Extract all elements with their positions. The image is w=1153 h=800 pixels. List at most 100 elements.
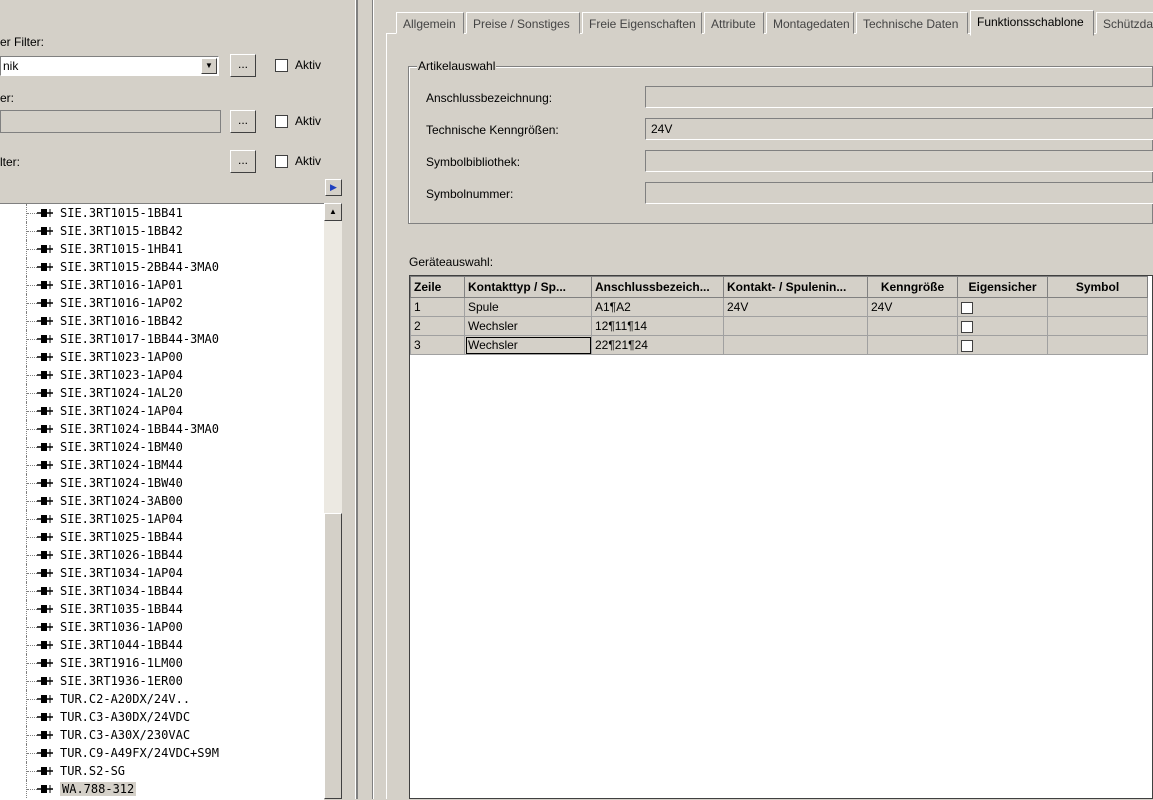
tree-item[interactable]: TUR.S2-SG bbox=[0, 762, 324, 780]
tab-1[interactable]: Allgemein bbox=[396, 12, 464, 34]
tree-item[interactable]: SIE.3RT1034-1AP04 bbox=[0, 564, 324, 582]
tree-scrollbar[interactable]: ▲ bbox=[324, 203, 342, 799]
symbolnummer-label: Symbolnummer: bbox=[426, 187, 514, 201]
tree-item-label: WA.788-312 bbox=[60, 782, 137, 796]
eigensicher-checkbox[interactable] bbox=[961, 320, 973, 333]
contactor-icon bbox=[37, 587, 53, 595]
filter1-combo[interactable]: nik ▼ bbox=[0, 56, 219, 76]
tree-item[interactable]: SIE.3RT1016-1AP02 bbox=[0, 294, 324, 312]
cell-symbol[interactable] bbox=[1047, 335, 1148, 355]
tree-item[interactable]: SIE.3RT1036-1AP00 bbox=[0, 618, 324, 636]
tree-item[interactable]: SIE.3RT1017-1BB44-3MA0 bbox=[0, 330, 324, 348]
tab-4[interactable]: Attribute bbox=[704, 12, 764, 34]
column-header[interactable]: Eigensicher bbox=[957, 276, 1048, 298]
filter2-browse-button[interactable]: ... bbox=[230, 110, 256, 133]
cell-kenn[interactable]: 24V bbox=[867, 297, 958, 317]
table-row[interactable]: 2 Wechsler 12¶11¶14 bbox=[410, 316, 1148, 336]
cell-kontakt[interactable] bbox=[723, 335, 868, 355]
anschluss-field[interactable] bbox=[645, 86, 1153, 108]
table-row[interactable]: 3 Wechsler 22¶21¶24 bbox=[410, 335, 1148, 355]
filter1-browse-button[interactable]: ... bbox=[230, 54, 256, 77]
tab-6[interactable]: Technische Daten bbox=[856, 12, 968, 34]
tree-item[interactable]: SIE.3RT1024-1BM44 bbox=[0, 456, 324, 474]
symbolbibliothek-field[interactable] bbox=[645, 150, 1153, 172]
eigensicher-checkbox[interactable] bbox=[961, 339, 973, 352]
column-header[interactable]: Kontakt- / Spulenin... bbox=[723, 276, 868, 298]
contactor-icon bbox=[37, 443, 53, 451]
cell-kontakt[interactable]: 24V bbox=[723, 297, 868, 317]
chevron-down-icon[interactable]: ▼ bbox=[201, 58, 217, 74]
kenngroessen-field[interactable]: 24V bbox=[645, 118, 1153, 140]
tree-item[interactable]: SIE.3RT1024-3AB00 bbox=[0, 492, 324, 510]
column-header[interactable]: Kontakttyp / Sp... bbox=[464, 276, 592, 298]
filter1-aktiv-checkbox[interactable] bbox=[275, 59, 288, 72]
cell-zeile[interactable]: 3 bbox=[410, 335, 465, 355]
tree-item[interactable]: SIE.3RT1023-1AP00 bbox=[0, 348, 324, 366]
tab-3[interactable]: Freie Eigenschaften bbox=[582, 12, 702, 34]
symbolnummer-field[interactable] bbox=[645, 182, 1153, 204]
column-header[interactable]: Zeile bbox=[410, 276, 465, 298]
tree-item[interactable]: SIE.3RT1025-1AP04 bbox=[0, 510, 324, 528]
column-header[interactable]: Kenngröße bbox=[867, 276, 958, 298]
cell-eigensicher[interactable] bbox=[957, 297, 1048, 317]
tree-item[interactable]: SIE.3RT1916-1LM00 bbox=[0, 654, 324, 672]
tab-5[interactable]: Montagedaten bbox=[766, 12, 854, 34]
tree-item[interactable]: SIE.3RT1024-1BB44-3MA0 bbox=[0, 420, 324, 438]
scroll-thumb[interactable] bbox=[324, 513, 342, 799]
cell-typ[interactable]: Spule bbox=[464, 297, 592, 317]
table-row[interactable]: 1 Spule A1¶A2 24V 24V bbox=[410, 297, 1148, 317]
cell-anschluss[interactable]: A1¶A2 bbox=[591, 297, 724, 317]
tree-connector bbox=[27, 339, 37, 340]
expand-arrow-icon[interactable]: ▶ bbox=[325, 179, 342, 196]
cell-symbol[interactable] bbox=[1047, 316, 1148, 336]
tree-item[interactable]: SIE.3RT1024-1AL20 bbox=[0, 384, 324, 402]
cell-eigensicher[interactable] bbox=[957, 335, 1048, 355]
column-header[interactable]: Anschlussbezeich... bbox=[591, 276, 724, 298]
tree-item[interactable]: SIE.3RT1023-1AP04 bbox=[0, 366, 324, 384]
tree-item[interactable]: SIE.3RT1044-1BB44 bbox=[0, 636, 324, 654]
filter3-browse-button[interactable]: ... bbox=[230, 150, 256, 173]
panel-splitter[interactable] bbox=[358, 0, 386, 799]
column-header[interactable]: Symbol bbox=[1047, 276, 1148, 298]
cell-kenn[interactable] bbox=[867, 335, 958, 355]
tree-item[interactable]: SIE.3RT1024-1BM40 bbox=[0, 438, 324, 456]
cell-typ[interactable]: Wechsler bbox=[464, 316, 592, 336]
tree-item[interactable]: SIE.3RT1936-1ER00 bbox=[0, 672, 324, 690]
cell-eigensicher[interactable] bbox=[957, 316, 1048, 336]
tree-item[interactable]: SIE.3RT1035-1BB44 bbox=[0, 600, 324, 618]
tree-item[interactable]: TUR.C3-A30X/230VAC bbox=[0, 726, 324, 744]
tab-7[interactable]: Funktionsschablone bbox=[970, 10, 1094, 36]
tree-item[interactable]: SIE.3RT1015-1HB41 bbox=[0, 240, 324, 258]
filter3-aktiv-checkbox[interactable] bbox=[275, 155, 288, 168]
cell-kontakt[interactable] bbox=[723, 316, 868, 336]
cell-symbol[interactable] bbox=[1047, 297, 1148, 317]
cell-zeile[interactable]: 1 bbox=[410, 297, 465, 317]
tree-item[interactable]: SIE.3RT1025-1BB44 bbox=[0, 528, 324, 546]
scroll-up-icon[interactable]: ▲ bbox=[324, 203, 342, 221]
tree-item[interactable]: SIE.3RT1015-1BB41 bbox=[0, 204, 324, 222]
cell-zeile[interactable]: 2 bbox=[410, 316, 465, 336]
tab-2[interactable]: Preise / Sonstiges bbox=[466, 12, 580, 34]
tree-item[interactable]: WA.788-312 bbox=[0, 780, 324, 798]
tree-item[interactable]: TUR.C2-A20DX/24V.. bbox=[0, 690, 324, 708]
cell-anschluss[interactable]: 12¶11¶14 bbox=[591, 316, 724, 336]
tree-item[interactable]: SIE.3RT1024-1BW40 bbox=[0, 474, 324, 492]
device-grid[interactable]: Zeile Kontakttyp / Sp... Anschlussbezeich.… bbox=[409, 275, 1153, 799]
tree-item[interactable]: SIE.3RT1026-1BB44 bbox=[0, 546, 324, 564]
tab-8[interactable]: Schützda bbox=[1096, 12, 1153, 34]
filter2-field[interactable] bbox=[0, 110, 221, 133]
eigensicher-checkbox[interactable] bbox=[961, 301, 973, 314]
tree-item[interactable]: SIE.3RT1034-1BB44 bbox=[0, 582, 324, 600]
cell-typ[interactable]: Wechsler bbox=[464, 335, 592, 355]
article-tree[interactable]: SIE.3RT1015-1BB41 SIE.3RT1015-1BB42 SIE.3R… bbox=[0, 203, 324, 800]
cell-anschluss[interactable]: 22¶21¶24 bbox=[591, 335, 724, 355]
tree-item[interactable]: SIE.3RT1016-1BB42 bbox=[0, 312, 324, 330]
tree-item[interactable]: SIE.3RT1024-1AP04 bbox=[0, 402, 324, 420]
tree-item[interactable]: TUR.C9-A49FX/24VDC+S9M bbox=[0, 744, 324, 762]
tree-item[interactable]: SIE.3RT1015-1BB42 bbox=[0, 222, 324, 240]
tree-item[interactable]: SIE.3RT1015-2BB44-3MA0 bbox=[0, 258, 324, 276]
tree-item[interactable]: SIE.3RT1016-1AP01 bbox=[0, 276, 324, 294]
tree-item[interactable]: TUR.C3-A30DX/24VDC bbox=[0, 708, 324, 726]
filter2-aktiv-checkbox[interactable] bbox=[275, 115, 288, 128]
cell-kenn[interactable] bbox=[867, 316, 958, 336]
